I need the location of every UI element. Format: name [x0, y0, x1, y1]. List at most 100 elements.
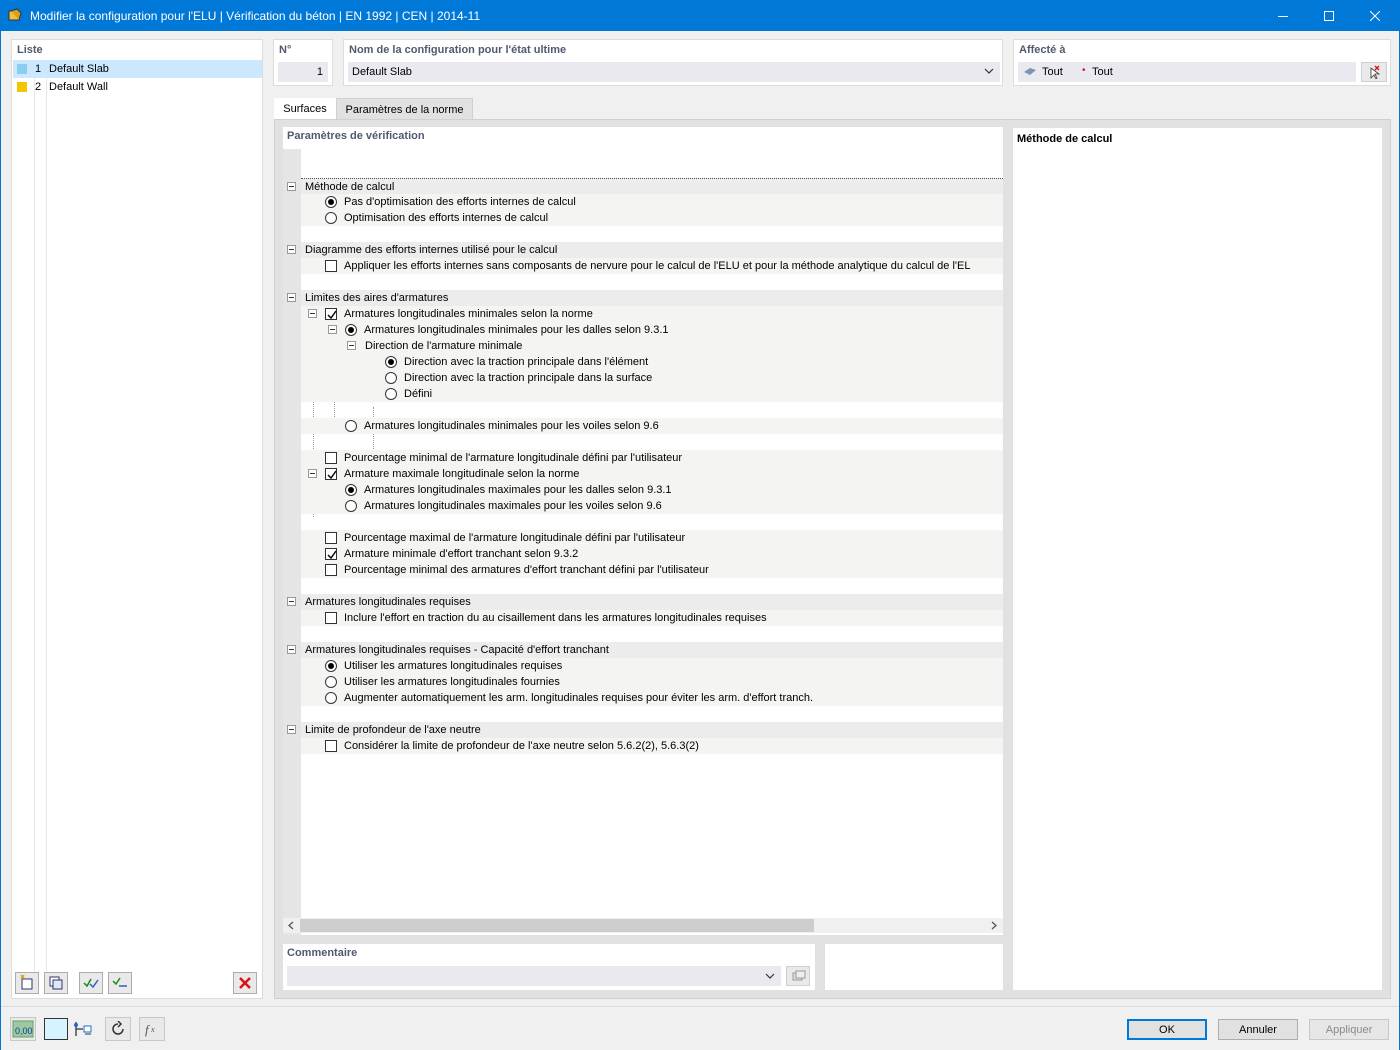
tab-surfaces[interactable]: Surfaces: [274, 98, 336, 120]
new-document-icon: [20, 975, 33, 990]
window-title: Modifier la configuration pour l'ELU | V…: [30, 9, 481, 23]
tree-row[interactable]: Pourcentage minimal de l'armature longit…: [301, 450, 1003, 466]
radio-no-optimization[interactable]: [325, 196, 337, 208]
tree-group-calculation-method[interactable]: Méthode de calcul: [287, 178, 1003, 194]
tree-group-internal-forces-diagram[interactable]: Diagramme des efforts internes utilisé p…: [287, 242, 1003, 258]
check-all-button[interactable]: [79, 972, 103, 994]
view-settings-button[interactable]: [70, 1017, 96, 1041]
color-button[interactable]: [44, 1018, 68, 1040]
collapse-icon[interactable]: [347, 341, 356, 350]
tree-row[interactable]: Armature maximale longitudinale selon la…: [301, 466, 1003, 482]
collapse-icon[interactable]: [287, 645, 296, 654]
radio-direction-defined[interactable]: [385, 388, 397, 400]
list-item-name: Default Slab: [49, 63, 109, 75]
scroll-right-icon[interactable]: [991, 921, 998, 930]
tree-row[interactable]: Pas d'optimisation des efforts internes …: [301, 194, 1003, 210]
checkbox-min-percent-user[interactable]: [325, 452, 337, 464]
color-swatch: [17, 82, 27, 92]
tree-row[interactable]: Direction avec la traction principale da…: [301, 354, 1003, 370]
close-window-button[interactable]: [1352, 0, 1398, 31]
tree-row[interactable]: Appliquer les efforts internes sans comp…: [301, 258, 1003, 274]
collapse-icon[interactable]: [328, 325, 337, 334]
tree-row[interactable]: Armatures longitudinales minimales pour …: [301, 322, 1003, 338]
tree-row-label: Considérer la limite de profondeur de l'…: [344, 740, 699, 752]
collapse-icon[interactable]: [287, 182, 296, 191]
tree-row[interactable]: Augmenter automatiquement les arm. longi…: [301, 690, 1003, 706]
checkbox-min-shear-percent-user[interactable]: [325, 564, 337, 576]
collapse-icon[interactable]: [308, 469, 317, 478]
ok-button[interactable]: OK: [1127, 1019, 1207, 1040]
collapse-icon[interactable]: [287, 245, 296, 254]
dialog-footer: 0,00 fx OK Annuler Appliquer: [1, 1006, 1399, 1050]
tree-row[interactable]: Pourcentage maximal de l'armature longit…: [301, 530, 1003, 546]
comment-input[interactable]: [287, 966, 781, 986]
cancel-button[interactable]: Annuler: [1218, 1019, 1298, 1040]
config-name-select[interactable]: Default Slab: [348, 62, 1000, 82]
tree-group-required-longitudinal-shear[interactable]: Armatures longitudinales requises - Capa…: [287, 642, 1003, 658]
scroll-left-icon[interactable]: [287, 921, 294, 930]
horizontal-scrollbar[interactable]: [283, 918, 1003, 933]
radio-auto-increase[interactable]: [325, 692, 337, 704]
checkbox-include-shear-tension[interactable]: [325, 612, 337, 624]
uncheck-button[interactable]: [108, 972, 132, 994]
new-item-button[interactable]: [15, 972, 39, 994]
collapse-icon[interactable]: [287, 725, 296, 734]
tree-row[interactable]: Armatures longitudinales minimales selon…: [301, 306, 1003, 322]
radio-direction-surface[interactable]: [385, 372, 397, 384]
pick-in-model-button[interactable]: [1361, 62, 1387, 82]
checkbox-max-percent-user[interactable]: [325, 532, 337, 544]
tree-group-neutral-axis[interactable]: Limite de profondeur de l'axe neutre: [287, 722, 1003, 738]
radio-min-long-walls[interactable]: [345, 420, 357, 432]
checkbox-min-shear[interactable]: [325, 548, 337, 560]
checkbox-without-rib-components[interactable]: [325, 260, 337, 272]
radio-max-long-slabs[interactable]: [345, 484, 357, 496]
tree-row[interactable]: Considérer la limite de profondeur de l'…: [301, 738, 1003, 754]
checkbox-min-longitudinal[interactable]: [325, 308, 337, 320]
tree-row[interactable]: Utiliser les armatures longitudinales re…: [301, 658, 1003, 674]
scrollbar-thumb[interactable]: [300, 919, 814, 932]
tree-row-label: Armature minimale d'effort tranchant sel…: [344, 548, 579, 560]
tab-standard-parameters[interactable]: Paramètres de la norme: [336, 98, 473, 120]
number-field[interactable]: 1: [278, 62, 328, 82]
maximize-button[interactable]: [1306, 0, 1352, 31]
tree-row[interactable]: Utiliser les armatures longitudinales fo…: [301, 674, 1003, 690]
checkbox-neutral-axis-limit[interactable]: [325, 740, 337, 752]
units-button[interactable]: 0,00: [10, 1017, 36, 1041]
radio-use-required[interactable]: [325, 660, 337, 672]
tree-row[interactable]: Optimisation des efforts internes de cal…: [301, 210, 1003, 226]
tree-group-required-longitudinal[interactable]: Armatures longitudinales requises: [287, 594, 1003, 610]
delete-item-button[interactable]: [233, 972, 257, 994]
list-item-default-slab[interactable]: 1 Default Slab: [13, 60, 262, 78]
tree-row[interactable]: Direction avec la traction principale da…: [301, 370, 1003, 386]
tree-row[interactable]: Défini: [301, 386, 1003, 402]
collapse-icon[interactable]: [287, 597, 296, 606]
collapse-icon[interactable]: [287, 293, 296, 302]
assigned-field[interactable]: Tout • Tout: [1018, 62, 1356, 82]
tree-row-label: Armatures longitudinales minimales pour …: [364, 324, 669, 336]
radio-max-long-walls[interactable]: [345, 500, 357, 512]
tree-row[interactable]: Armatures longitudinales minimales pour …: [301, 418, 1003, 434]
tree-row[interactable]: Armatures longitudinales maximales pour …: [301, 498, 1003, 514]
radio-direction-element[interactable]: [385, 356, 397, 368]
minimize-button[interactable]: [1260, 0, 1306, 31]
list-item-default-wall[interactable]: 2 Default Wall: [13, 78, 262, 96]
tree-row[interactable]: Pourcentage minimal des armatures d'effo…: [301, 562, 1003, 578]
tree-row[interactable]: Armatures longitudinales maximales pour …: [301, 482, 1003, 498]
pick-cursor-icon: [1370, 65, 1381, 79]
tree-group-reinforcement-limits[interactable]: Limites des aires d'armatures: [287, 290, 1003, 306]
tree-row[interactable]: Direction de l'armature minimale: [301, 338, 1003, 354]
radio-min-long-slabs[interactable]: [345, 324, 357, 336]
formula-button[interactable]: fx: [139, 1017, 165, 1041]
checkbox-max-longitudinal[interactable]: [325, 468, 337, 480]
radio-optimization[interactable]: [325, 212, 337, 224]
copy-item-button[interactable]: [44, 972, 68, 994]
tree-row[interactable]: Armature minimale d'effort tranchant sel…: [301, 546, 1003, 562]
apply-button[interactable]: Appliquer: [1309, 1019, 1389, 1040]
collapse-icon[interactable]: [308, 309, 317, 318]
tree-row[interactable]: Inclure l'effort en traction du au cisai…: [301, 610, 1003, 626]
reset-button[interactable]: [105, 1017, 131, 1041]
comment-side-panel: [825, 944, 1003, 990]
tree-row-label: Pourcentage minimal des armatures d'effo…: [344, 564, 709, 576]
comment-library-button[interactable]: [786, 966, 810, 986]
radio-use-provided[interactable]: [325, 676, 337, 688]
